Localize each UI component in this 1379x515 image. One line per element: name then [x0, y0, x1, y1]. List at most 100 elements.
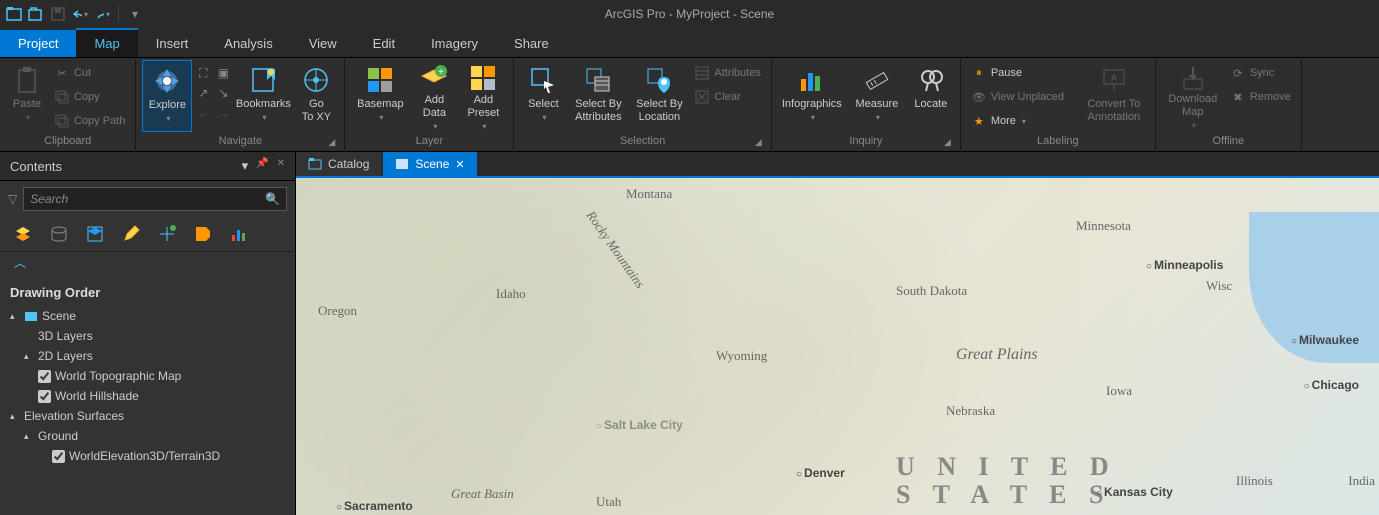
- label-india: India: [1348, 473, 1375, 489]
- toc-collapse-icon[interactable]: ︿: [0, 252, 295, 273]
- basemap-button[interactable]: Basemap▾: [351, 60, 409, 132]
- filter-icon[interactable]: ▽: [8, 192, 17, 206]
- terrain3d-checkbox[interactable]: [52, 450, 65, 463]
- tab-map[interactable]: Map: [76, 28, 137, 57]
- select-by-attributes-button[interactable]: Select By Attributes: [568, 60, 628, 132]
- redo-icon[interactable]: ▾: [94, 6, 110, 22]
- attributes-button[interactable]: Attributes: [690, 62, 764, 84]
- view-unplaced-icon: 👁: [971, 89, 987, 105]
- sync-button[interactable]: ⟳Sync: [1226, 62, 1295, 84]
- more-button[interactable]: ★More▾: [967, 110, 1077, 132]
- tab-project[interactable]: Project: [0, 30, 76, 57]
- tab-view[interactable]: View: [291, 30, 355, 57]
- tab-imagery[interactable]: Imagery: [413, 30, 496, 57]
- list-drawing-order-icon[interactable]: [14, 225, 32, 243]
- zoom-out-icon[interactable]: ↘: [214, 84, 232, 102]
- explore-button[interactable]: Explore▾: [142, 60, 192, 132]
- navigate-launcher-icon[interactable]: ◢: [328, 137, 340, 149]
- svg-text:+: +: [438, 67, 444, 78]
- pane-dropdown-icon[interactable]: ▾: [242, 158, 249, 174]
- label-south-dakota: South Dakota: [896, 283, 967, 299]
- tab-share[interactable]: Share: [496, 30, 567, 57]
- paste-button[interactable]: Paste▾: [6, 60, 48, 132]
- add-preset-icon: [467, 64, 499, 92]
- select-icon: [527, 64, 559, 96]
- locate-button[interactable]: Locate: [908, 60, 954, 132]
- undo-icon[interactable]: ▾: [72, 6, 88, 22]
- clear-button[interactable]: Clear: [690, 86, 764, 108]
- list-labeling-icon[interactable]: [194, 225, 212, 243]
- zoom-sel-icon[interactable]: ▣: [214, 64, 232, 82]
- list-editing-icon[interactable]: [122, 225, 140, 243]
- paste-icon: [11, 64, 43, 96]
- scene-tab[interactable]: Scene✕: [383, 152, 476, 176]
- 3d-layers-node[interactable]: 3D Layers: [10, 326, 285, 346]
- city-milwaukee: Milwaukee: [1291, 333, 1359, 347]
- attributes-icon: [694, 65, 710, 81]
- selection-launcher-icon[interactable]: ◢: [755, 137, 767, 149]
- label-great-basin: Great Basin: [451, 486, 514, 502]
- nav-arrows: ⛶▣ ↗↘ ←→: [194, 60, 232, 122]
- select-button[interactable]: Select▾: [520, 60, 566, 132]
- tab-analysis[interactable]: Analysis: [206, 30, 290, 57]
- world-topo-checkbox[interactable]: [38, 370, 51, 383]
- convert-annotation-button[interactable]: A Convert To Annotation: [1079, 60, 1149, 132]
- 2d-layers-node[interactable]: ▴2D Layers: [10, 346, 285, 366]
- group-label-inquiry: Inquiry: [778, 135, 954, 149]
- view-unplaced-button[interactable]: 👁View Unplaced: [967, 86, 1077, 108]
- infographics-button[interactable]: Infographics▾: [778, 60, 846, 132]
- scene-node[interactable]: ▴Scene: [10, 306, 285, 326]
- list-selection-icon[interactable]: [86, 225, 104, 243]
- search-icon[interactable]: 🔍: [265, 192, 280, 206]
- go-to-xy-button[interactable]: Go To XY: [294, 60, 338, 132]
- pane-close-icon[interactable]: ✕: [277, 158, 285, 174]
- terrain3d-node[interactable]: WorldElevation3D/Terrain3D: [10, 446, 285, 466]
- download-map-button[interactable]: Download Map▾: [1162, 60, 1224, 132]
- clear-icon: [694, 89, 710, 105]
- bookmarks-button[interactable]: Bookmarks▾: [234, 60, 292, 132]
- pause-button[interactable]: ⏸Pause: [967, 62, 1077, 84]
- convert-icon: A: [1098, 64, 1130, 96]
- tab-edit[interactable]: Edit: [355, 30, 413, 57]
- list-charts-icon[interactable]: [230, 225, 248, 243]
- pane-pin-icon[interactable]: 📌: [256, 158, 268, 174]
- copy-path-button[interactable]: Copy Path: [50, 110, 129, 132]
- app-title: ArcGIS Pro - MyProject - Scene: [605, 7, 774, 21]
- add-preset-button[interactable]: Add Preset▾: [459, 60, 507, 132]
- elevation-surfaces-node[interactable]: ▴Elevation Surfaces: [10, 406, 285, 426]
- list-data-source-icon[interactable]: [50, 225, 68, 243]
- zoom-in-icon[interactable]: ↗: [194, 84, 212, 102]
- next-extent-icon[interactable]: →: [214, 104, 232, 122]
- inquiry-launcher-icon[interactable]: ◢: [944, 137, 956, 149]
- catalog-tab[interactable]: Catalog: [296, 152, 381, 176]
- ground-node[interactable]: ▴Ground: [10, 426, 285, 446]
- remove-button[interactable]: ✖Remove: [1226, 86, 1295, 108]
- open-project-icon[interactable]: [28, 6, 44, 22]
- city-minneapolis: Minneapolis: [1146, 258, 1223, 272]
- group-label-clipboard: Clipboard: [6, 135, 129, 149]
- customize-qat-icon[interactable]: ▾: [127, 6, 143, 22]
- search-input[interactable]: Search 🔍: [23, 187, 287, 211]
- measure-button[interactable]: Measure▾: [848, 60, 906, 132]
- world-hillshade-node[interactable]: World Hillshade: [10, 386, 285, 406]
- world-hillshade-checkbox[interactable]: [38, 390, 51, 403]
- close-tab-icon[interactable]: ✕: [455, 158, 464, 171]
- tab-insert[interactable]: Insert: [138, 30, 207, 57]
- zoom-full-icon[interactable]: ⛶: [194, 64, 212, 82]
- contents-pane: Contents ▾ 📌 ✕ ▽ Search 🔍 ︿ Drawing: [0, 152, 296, 515]
- city-salt-lake: Salt Lake City: [596, 418, 683, 432]
- list-snapping-icon[interactable]: [158, 225, 176, 243]
- add-data-button[interactable]: + Add Data▾: [411, 60, 457, 132]
- group-label-labeling: Labeling: [967, 135, 1149, 149]
- cut-button[interactable]: ✂Cut: [50, 62, 129, 84]
- map-canvas[interactable]: Montana Idaho Oregon Wyoming South Dakot…: [296, 176, 1379, 515]
- group-clipboard: Paste▾ ✂Cut Copy Copy Path Clipboard: [0, 58, 136, 151]
- select-by-location-button[interactable]: Select By Location: [630, 60, 688, 132]
- world-topo-node[interactable]: World Topographic Map: [10, 366, 285, 386]
- save-icon[interactable]: [50, 6, 66, 22]
- group-label-layer: Layer: [351, 135, 507, 149]
- prev-extent-icon[interactable]: ←: [194, 104, 212, 122]
- copy-button[interactable]: Copy: [50, 86, 129, 108]
- new-project-icon[interactable]: [6, 6, 22, 22]
- group-offline: Download Map▾ ⟳Sync ✖Remove Offline: [1156, 58, 1302, 151]
